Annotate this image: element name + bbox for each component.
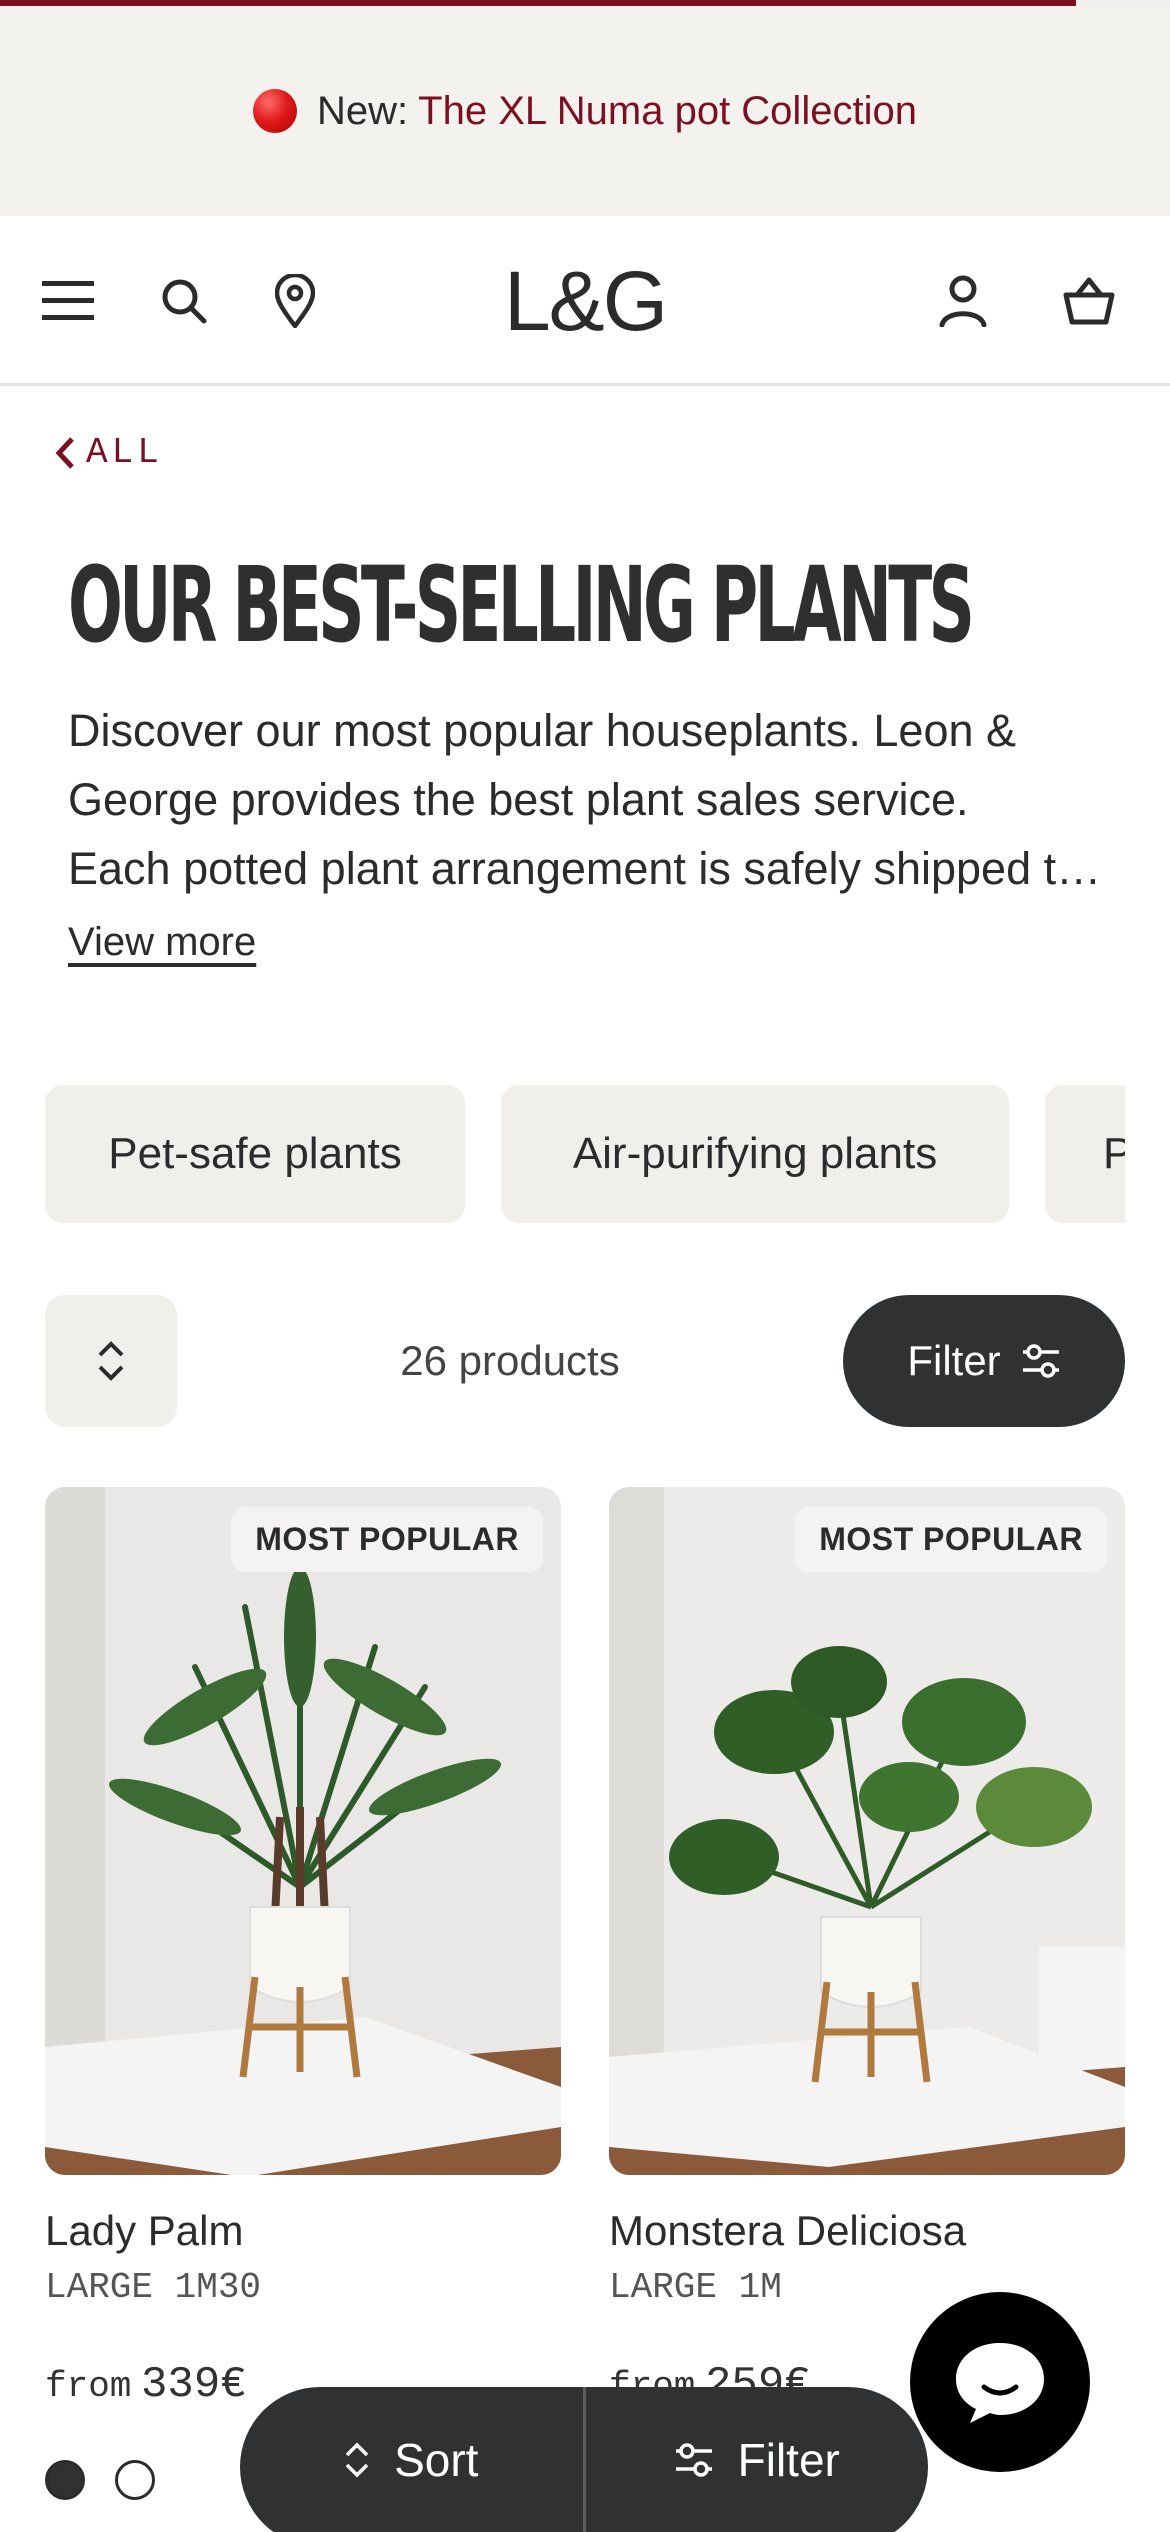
color-swatches (45, 2460, 155, 2500)
page-title: OUR BEST-SELLING PLANTS (68, 544, 975, 666)
page-description: Discover our most popular houseplants. L… (68, 696, 1108, 903)
sticky-sort-label: Sort (394, 2433, 479, 2486)
filter-label: Filter (907, 1337, 1001, 1384)
sliders-icon (675, 2442, 712, 2477)
chip-air-purifying[interactable]: Air-purifying plants (501, 1085, 1009, 1223)
sort-toggle-button[interactable] (45, 1295, 177, 1427)
view-more-link[interactable]: View more (68, 920, 256, 965)
description-line-3: Each potted plant arrangement is safely … (68, 843, 1108, 894)
account-icon[interactable] (938, 216, 988, 386)
back-to-all-link[interactable]: ALL (54, 432, 163, 473)
site-header: L&G (0, 216, 1170, 386)
site-logo[interactable]: L&G (504, 253, 668, 350)
product-image[interactable]: MOST POPULAR (609, 1487, 1125, 2175)
color-swatch-dark[interactable] (45, 2460, 85, 2500)
product-image[interactable]: MOST POPULAR (45, 1487, 561, 2175)
location-icon[interactable] (272, 216, 318, 386)
menu-icon[interactable] (40, 216, 96, 386)
status-badge: MOST POPULAR (795, 1507, 1107, 1572)
announcement-bar[interactable]: New: The XL Numa pot Collection (0, 6, 1170, 216)
sort-arrows-icon (98, 1341, 124, 1381)
product-name[interactable]: Lady Palm (45, 2207, 561, 2255)
status-badge: MOST POPULAR (231, 1507, 543, 1572)
sticky-sort-button[interactable]: Sort (240, 2387, 583, 2532)
product-name[interactable]: Monstera Deliciosa (609, 2207, 1125, 2255)
price-prefix: from (45, 2366, 132, 2407)
sticky-sort-filter-bar: Sort Filter (240, 2387, 928, 2532)
chat-button[interactable] (910, 2292, 1090, 2472)
chevron-left-icon (55, 436, 74, 469)
product-card[interactable]: MOST POPULAR Lady Palm LARGE 1M30 from 3… (45, 1487, 561, 2410)
price-value: 339€ (141, 2360, 247, 2410)
back-label: ALL (86, 432, 163, 473)
product-size: LARGE 1M (609, 2267, 782, 2308)
chip-more[interactable]: Pet-friendly (1045, 1085, 1125, 1223)
filter-button[interactable]: Filter (843, 1295, 1125, 1427)
basket-icon[interactable] (1062, 216, 1116, 386)
product-size: LARGE 1M30 (45, 2267, 262, 2308)
search-icon[interactable] (158, 216, 210, 386)
category-chips: Pet-safe plants Air-purifying plants Pet… (45, 1085, 1125, 1225)
color-swatch-white[interactable] (115, 2460, 155, 2500)
sort-arrows-icon (345, 2442, 369, 2477)
red-dot-icon (253, 89, 298, 133)
announcement-link[interactable]: The XL Numa pot Collection (418, 89, 917, 134)
product-card[interactable]: MOST POPULAR Monstera Deliciosa LARGE 1M… (609, 1487, 1125, 2410)
description-line-2: George provides the best plant sales ser… (68, 774, 969, 825)
chip-pet-safe[interactable]: Pet-safe plants (45, 1085, 465, 1223)
sticky-filter-label: Filter (737, 2433, 840, 2486)
sliders-icon (1022, 1344, 1059, 1378)
product-count: 26 products (400, 1337, 620, 1384)
announcement-prefix: New: (317, 88, 409, 133)
sticky-filter-button[interactable]: Filter (586, 2387, 929, 2532)
description-line-1: Discover our most popular houseplants. L… (68, 705, 1017, 756)
chat-bubble-icon (956, 2343, 1044, 2423)
